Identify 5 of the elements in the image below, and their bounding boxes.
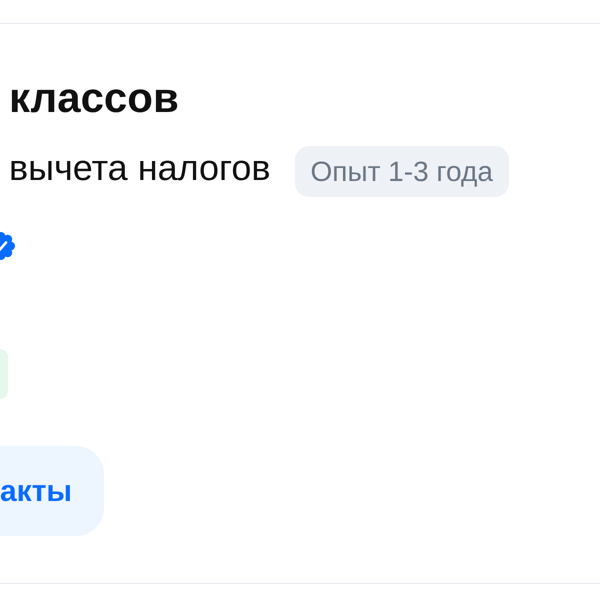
contacts-button[interactable]: акты	[0, 446, 104, 536]
tag-background	[0, 349, 8, 399]
vacancy-description: вычета налогов	[9, 146, 271, 190]
vacancy-title: классов	[9, 73, 180, 123]
experience-badge: Опыт 1-3 года	[294, 146, 509, 197]
